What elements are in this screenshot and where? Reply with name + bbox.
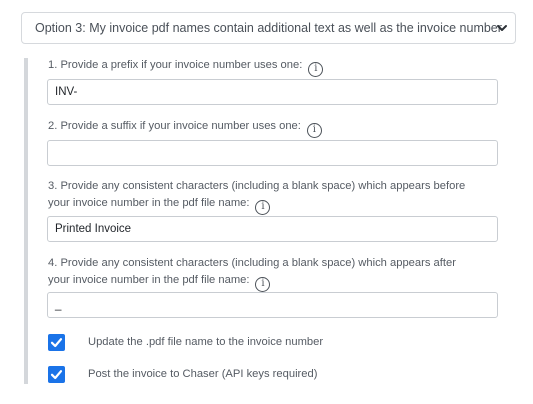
- checkmark-icon: [50, 338, 63, 348]
- prefix-label: 1. Provide a prefix if your invoice numb…: [48, 57, 324, 77]
- suffix-input[interactable]: [47, 140, 498, 166]
- selected-option-text: Option 3: My invoice pdf names contain a…: [35, 21, 502, 35]
- after-characters-label: 4. Provide any consistent characters (in…: [48, 255, 456, 292]
- before-characters-input[interactable]: Printed Invoice: [47, 216, 498, 242]
- info-icon[interactable]: i: [255, 276, 271, 292]
- post-to-chaser-checkbox[interactable]: [48, 366, 65, 383]
- prefix-input[interactable]: INV-: [47, 79, 498, 105]
- section-indent-bar: [24, 58, 28, 384]
- info-icon[interactable]: i: [308, 61, 324, 77]
- info-icon[interactable]: i: [306, 122, 322, 138]
- chevron-down-icon: [497, 25, 507, 31]
- filename-option-select[interactable]: Option 3: My invoice pdf names contain a…: [21, 12, 516, 44]
- update-filename-checkbox[interactable]: [48, 334, 65, 351]
- post-to-chaser-label: Post the invoice to Chaser (API keys req…: [88, 368, 318, 380]
- info-icon[interactable]: i: [255, 199, 271, 215]
- before-characters-label: 3. Provide any consistent characters (in…: [48, 178, 465, 215]
- update-filename-label: Update the .pdf file name to the invoice…: [88, 336, 324, 348]
- after-characters-input[interactable]: _: [47, 292, 498, 318]
- suffix-label: 2. Provide a suffix if your invoice numb…: [48, 118, 322, 138]
- checkmark-icon: [50, 370, 63, 380]
